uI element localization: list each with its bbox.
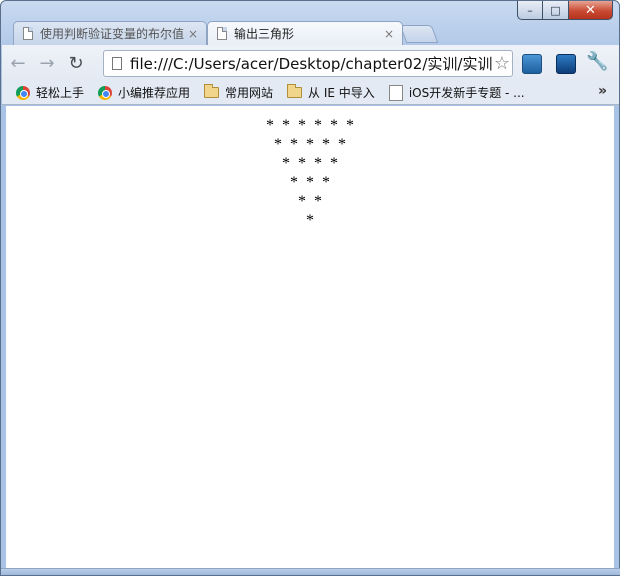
- bookmark-recommended-apps[interactable]: 小编推荐应用: [98, 84, 190, 101]
- chrome-icon: [98, 85, 113, 100]
- bookmark-getting-started[interactable]: 轻松上手: [16, 84, 84, 101]
- browser-window: – □ ✕ 使用判断验证变量的布尔值 × 输出三角形 × ← → ↻ file:…: [0, 0, 620, 576]
- triangle-row: *: [306, 212, 314, 229]
- page-icon: [23, 27, 33, 40]
- folder-icon: [204, 84, 220, 98]
- toolbar: ← → ↻ file:///C:/Users/acer/Desktop/chap…: [2, 45, 619, 81]
- bookmark-ios-topic[interactable]: iOS开发新手专题 - ...: [388, 84, 525, 101]
- bookmark-imported-ie[interactable]: 从 IE 中导入: [287, 84, 375, 101]
- forward-button[interactable]: →: [34, 50, 60, 76]
- page-icon: [217, 27, 227, 40]
- tab-close-icon[interactable]: ×: [384, 27, 394, 41]
- maximize-button[interactable]: □: [543, 1, 569, 20]
- close-window-button[interactable]: ✕: [569, 1, 613, 20]
- window-bottom-border: [1, 568, 620, 575]
- tab-strip: 使用判断验证变量的布尔值 × 输出三角形 ×: [1, 19, 619, 45]
- tab-title: 使用判断验证变量的布尔值: [40, 27, 184, 41]
- window-caption-buttons: – □ ✕: [517, 1, 613, 21]
- new-tab-button[interactable]: [399, 25, 439, 43]
- triangle-row: * * *: [290, 174, 330, 191]
- tab-title: 输出三角形: [234, 27, 295, 41]
- back-button[interactable]: ←: [5, 50, 31, 76]
- bookmark-label: 轻松上手: [36, 86, 85, 100]
- star-icon[interactable]: ☆: [494, 53, 510, 74]
- wrench-icon[interactable]: 🔧: [586, 51, 608, 72]
- minimize-button[interactable]: –: [517, 1, 543, 20]
- bookmark-label: 从 IE 中导入: [308, 86, 375, 100]
- bookmarks-bar: 轻松上手 小编推荐应用 常用网站 从 IE 中导入 iOS开发新手专题 - ..…: [2, 81, 619, 105]
- bookmark-label: 常用网站: [225, 86, 274, 100]
- page-icon: [112, 57, 122, 70]
- tab-output-triangle[interactable]: 输出三角形 ×: [207, 21, 403, 45]
- ios-page-icon: [388, 84, 403, 101]
- triangle-row: * * * * *: [274, 136, 346, 153]
- reload-button[interactable]: ↻: [63, 50, 89, 76]
- bookmarks-overflow-button[interactable]: »: [598, 83, 607, 99]
- triangle-row: * *: [298, 193, 322, 210]
- star-triangle: * * * * * * * * * * * * * * * * * * * * …: [6, 116, 614, 230]
- bookmark-label: iOS开发新手专题 - ...: [408, 86, 525, 100]
- chrome-icon: [16, 85, 30, 100]
- tab-close-icon[interactable]: ×: [188, 27, 198, 41]
- page-content: * * * * * * * * * * * * * * * * * * * * …: [6, 106, 614, 570]
- bookmark-common-sites[interactable]: 常用网站: [204, 84, 273, 101]
- extension-icon[interactable]: [522, 54, 542, 74]
- folder-icon: [287, 84, 303, 98]
- address-bar[interactable]: file:///C:/Users/acer/Desktop/chapter02/…: [103, 50, 513, 77]
- bookmark-label: 小编推荐应用: [118, 86, 191, 100]
- address-url: file:///C:/Users/acer/Desktop/chapter02/…: [130, 55, 493, 73]
- triangle-row: * * * * * *: [266, 117, 354, 134]
- extension-icon[interactable]: [556, 54, 576, 74]
- tab-boolean-check[interactable]: 使用判断验证变量的布尔值 ×: [13, 21, 207, 45]
- triangle-row: * * * *: [282, 155, 338, 172]
